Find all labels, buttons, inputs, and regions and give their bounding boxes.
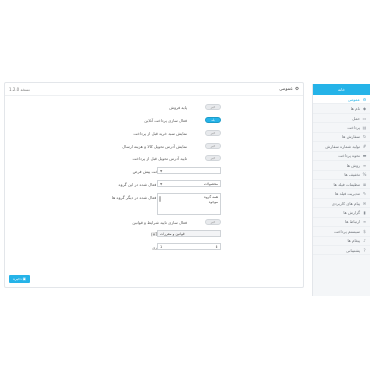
sidebar-item[interactable]: ▤ پرداخت	[313, 123, 370, 133]
other-groups-textarea[interactable]: همه گروه موجود	[157, 193, 221, 215]
message-icon: ✉	[362, 200, 367, 206]
panel-header: ⚙ عمومی نسخه 1.2.0	[5, 83, 303, 96]
sidebar-item[interactable]: ≣ تنظیمات فیلد ها	[313, 180, 370, 190]
scrollbar[interactable]	[159, 196, 161, 202]
sidebar-item-label: سیستم پرداخت	[334, 228, 360, 234]
default-payment-select[interactable]: ▼	[157, 167, 221, 174]
sidebar-item[interactable]: ≡ روش ها	[313, 161, 370, 171]
row-label: نمایش سبد خرید قبل از پرداخت	[133, 131, 187, 136]
sidebar-item-label: ارتباط ها	[345, 219, 360, 225]
sidebar-item[interactable]: ▮ گزارش ها	[313, 208, 370, 218]
toggle-switch[interactable]: خیر	[205, 143, 221, 149]
sidebar-header[interactable]: خانه	[313, 84, 370, 95]
sidebar-item-label: نحوه پرداخت	[338, 153, 360, 159]
row-label: پایه فروش	[169, 105, 187, 110]
sidebar-item[interactable]: ? پشتیبانی	[313, 246, 370, 256]
hash-icon: #	[362, 143, 367, 149]
row-label: تایید آدرس تحویل قبل از پرداخت	[132, 156, 187, 161]
sidebar-item[interactable]: # تولید شماره سفارش	[313, 142, 370, 152]
numbering-spinner[interactable]: ⇕ 1	[157, 243, 221, 250]
truck-icon: ▭	[362, 115, 367, 121]
toggle-switch[interactable]: خیر	[205, 130, 221, 136]
sidebar-item[interactable]: ↻ سفارش ها	[313, 133, 370, 143]
save-icon: ▣	[22, 277, 26, 281]
sidebar-item-label: نام ها	[350, 106, 360, 112]
toggle-switch[interactable]: خیر	[205, 219, 221, 225]
sidebar-item-label: تنظیمات فیلد ها	[333, 181, 360, 187]
sidebar-item[interactable]: ♪ پیغام ها	[313, 237, 370, 246]
sidebar-item[interactable]: ✎ مدیریت فیلد ها	[313, 189, 370, 199]
sidebar-item[interactable]: ◆ نام ها	[313, 104, 370, 114]
group-products-select[interactable]: محصولات ▼	[157, 180, 221, 187]
sidebar-item-label: عمومی	[347, 96, 360, 102]
save-button[interactable]: ▣ ذخیره	[9, 275, 30, 283]
sidebar-item[interactable]: % تخفیف ها	[313, 171, 370, 180]
sidebar-item-label: روش ها	[346, 162, 360, 168]
row-label: فعال سازی پرداخت آنلاین	[144, 118, 187, 123]
sidebar-item[interactable]: ▭ حمل	[313, 114, 370, 124]
help-icon: ?	[363, 247, 366, 253]
toggle-switch[interactable]: بله	[205, 117, 221, 123]
chevron-down-icon: ▼	[160, 181, 163, 186]
chart-icon: ▮	[363, 209, 366, 215]
sidebar-item-label: پشتیبانی	[346, 247, 360, 253]
sidebar-item-label: پیام های کاربردی	[331, 200, 360, 206]
sidebar-item-label: گزارش ها	[343, 209, 360, 215]
sidebar-item-label: مدیریت فیلد ها	[334, 191, 360, 197]
refresh-icon: ↻	[362, 134, 367, 140]
content-page-input[interactable]: قوانین و مقررات	[157, 230, 221, 237]
sidebar-item[interactable]: ⚙ عمومی	[313, 95, 370, 105]
credit-card-icon: ▬	[362, 153, 367, 159]
row-label: نمایش آدرس تحویل کالا و هزینه ارسال	[122, 144, 187, 149]
sliders-icon: ≣	[362, 181, 367, 187]
select-value: محصولات	[203, 181, 218, 186]
bell-icon: ♪	[363, 238, 366, 244]
gear-icon: ⚙	[362, 96, 367, 102]
percent-icon: %	[362, 172, 367, 178]
sidebar-item-label: تولید شماره سفارش	[325, 143, 360, 149]
settings-panel: ⚙ عمومی نسخه 1.2.0 پایه فروش خیر فعال سا…	[4, 82, 304, 288]
sidebar-item-label: تخفیف ها	[344, 172, 360, 178]
cart-icon: ▤	[362, 125, 367, 131]
link-icon: ∞	[362, 219, 367, 225]
tag-icon: ◆	[362, 106, 367, 112]
chevron-down-icon: ▼	[160, 168, 163, 173]
sidebar-item[interactable]: $ سیستم پرداخت	[313, 227, 370, 237]
version-badge: نسخه 1.2.0	[9, 86, 30, 92]
stepper-icon[interactable]: ⇕	[215, 245, 218, 249]
sidebar-item-label: پیغام ها	[347, 238, 360, 244]
gear-icon: ⚙	[294, 86, 299, 92]
edit-icon: ✎	[362, 191, 367, 197]
money-icon: $	[363, 228, 366, 234]
sidebar-item-label: سفارش ها	[341, 134, 360, 140]
toggle-switch[interactable]: خیر	[205, 155, 221, 161]
sidebar-item[interactable]: ▬ نحوه پرداخت	[313, 152, 370, 162]
panel-title: ⚙ عمومی	[279, 86, 299, 92]
sidebar-item-label: حمل	[352, 115, 360, 121]
sidebar-item[interactable]: ∞ ارتباط ها	[313, 218, 370, 228]
sidebar-item-label: پرداخت	[347, 125, 360, 131]
row-label: فعال سازی تایید شرایط و قوانین	[132, 220, 187, 225]
toggle-switch[interactable]: خیر	[205, 104, 221, 110]
list-icon: ≡	[362, 162, 367, 168]
settings-sidebar: خانه ⚙ عمومی ◆ نام ها ▭ حمل ▤ پرداخت ↻ سفارش ها # ت…	[312, 84, 370, 296]
sidebar-item[interactable]: ✉ پیام های کاربردی	[313, 199, 370, 209]
